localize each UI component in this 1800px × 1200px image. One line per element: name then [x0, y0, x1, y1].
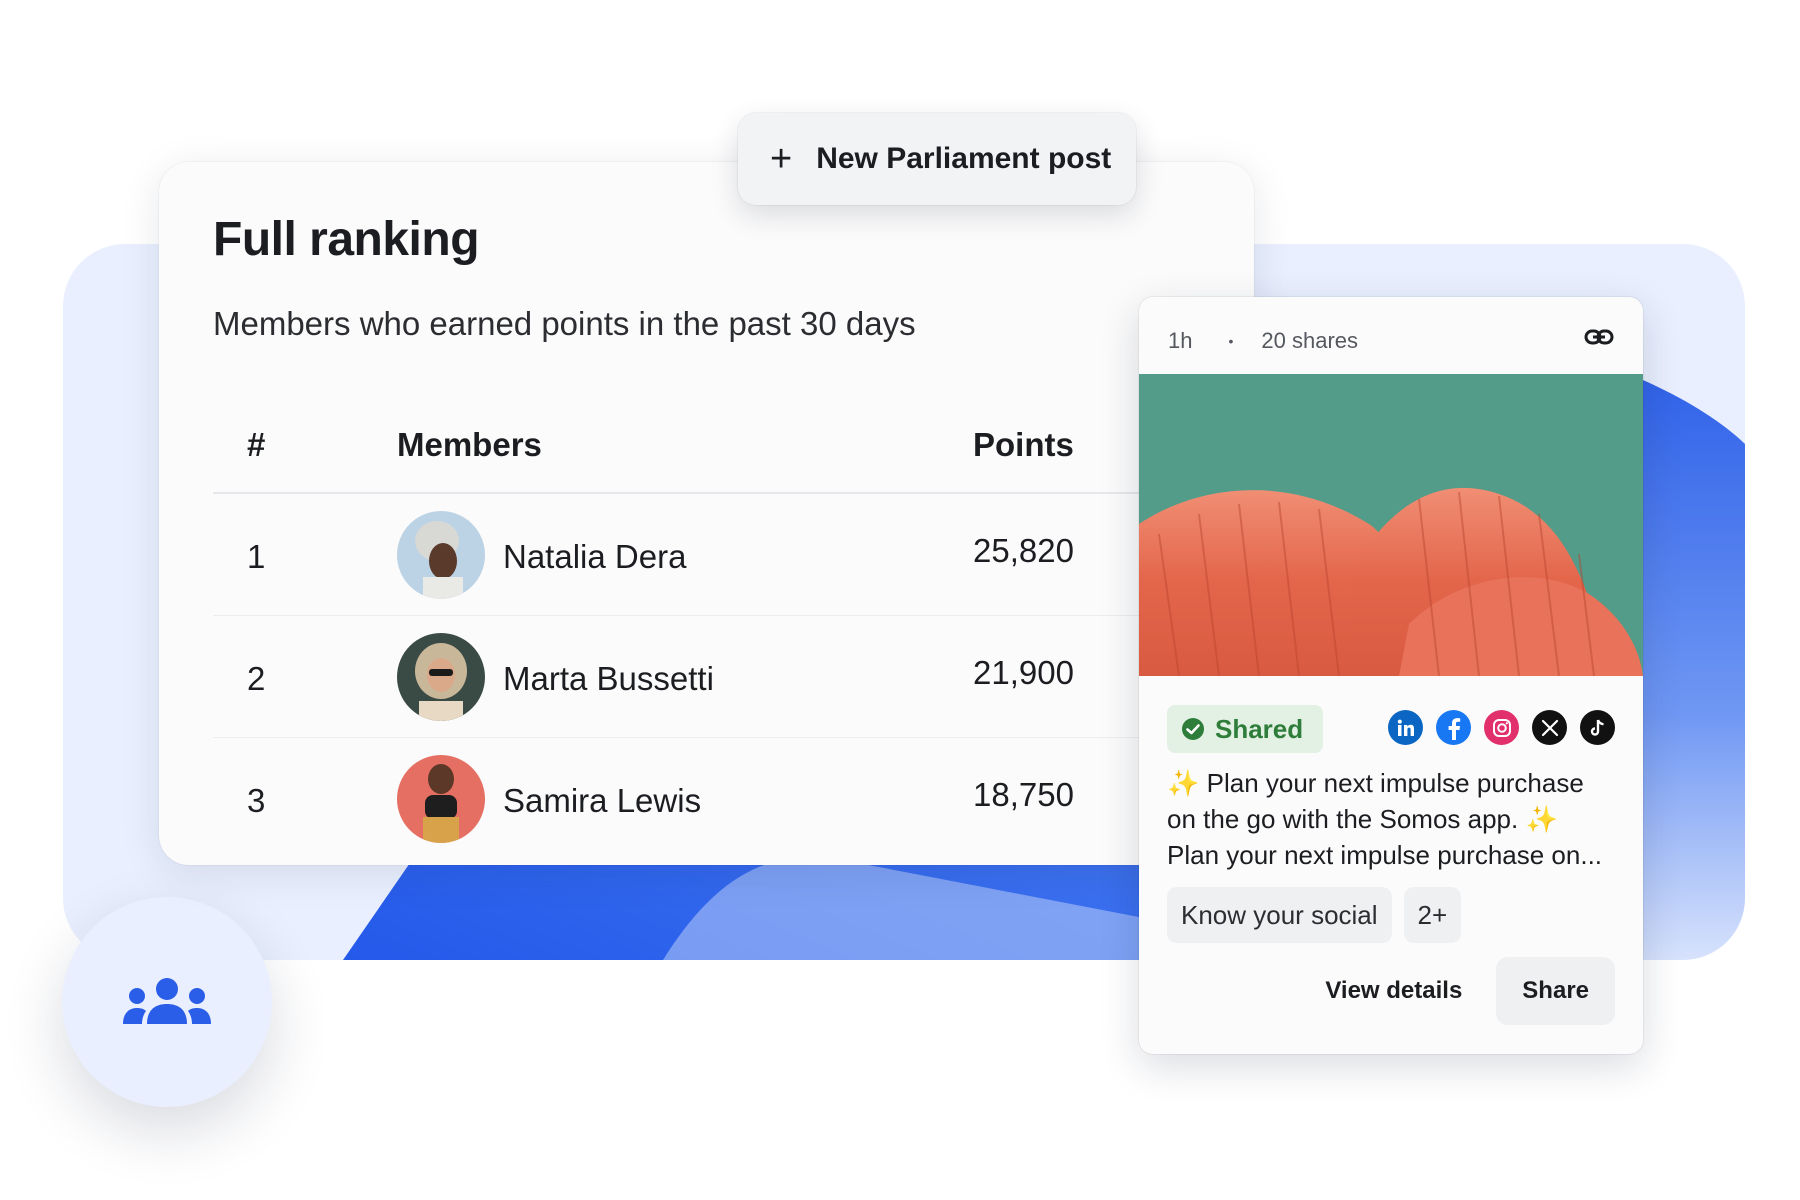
- social-networks: [1388, 710, 1615, 745]
- points-cell: 18,750: [973, 776, 1074, 813]
- linkedin-icon: [1388, 710, 1423, 745]
- group-badge: [62, 897, 272, 1107]
- member-name: Marta Bussetti: [503, 660, 714, 697]
- avatar: [397, 633, 485, 721]
- x-icon: [1532, 710, 1567, 745]
- group-icon: [123, 978, 211, 1024]
- rank-cell: 1: [247, 538, 266, 575]
- view-details-button[interactable]: View details: [1325, 977, 1462, 1005]
- shared-status-label: Shared: [1215, 713, 1304, 744]
- link-icon[interactable]: [1584, 327, 1614, 353]
- tiktok-icon: [1580, 710, 1615, 745]
- column-header-rank: #: [247, 426, 266, 463]
- table-header: # Members Points: [213, 382, 1213, 494]
- post-card: 1h • 20 shares Shared ✨ Plan your next i…: [1139, 297, 1643, 1054]
- shared-status-badge: Shared: [1167, 705, 1324, 753]
- member-name: Natalia Dera: [503, 538, 687, 575]
- column-header-points: Points: [973, 426, 1074, 463]
- instagram-icon: [1484, 710, 1519, 745]
- sparkles-icon: ✨: [1167, 768, 1200, 798]
- tag-know-your-social[interactable]: Know your social: [1167, 887, 1392, 943]
- meta-separator: •: [1228, 333, 1234, 349]
- table-row[interactable]: 1 Natalia Dera 25,820: [213, 494, 1213, 616]
- tag-more-count[interactable]: 2+: [1403, 887, 1462, 943]
- post-text-line-1: Plan your next impulse purchase on the g…: [1167, 768, 1584, 834]
- new-parliament-post-button[interactable]: + New Parliament post: [738, 113, 1136, 205]
- ranking-title: Full ranking: [213, 213, 480, 266]
- check-circle-icon: [1182, 718, 1204, 740]
- rank-cell: 3: [247, 782, 266, 819]
- rank-cell: 2: [247, 660, 266, 697]
- ranking-subtitle: Members who earned points in the past 30…: [213, 305, 916, 342]
- ranking-table: # Members Points 1 Natalia Dera 25,820 2: [213, 382, 1213, 860]
- avatar: [397, 511, 485, 599]
- table-row[interactable]: 3 Samira Lewis 18,750: [213, 738, 1213, 860]
- avatar: [397, 755, 485, 843]
- post-image: [1139, 374, 1643, 676]
- post-text-line-2: Plan your next impulse purchase on...: [1167, 840, 1603, 870]
- plus-icon: +: [770, 138, 793, 180]
- ranking-card: Full ranking Members who earned points i…: [159, 162, 1254, 865]
- post-shares: 20 shares: [1261, 328, 1359, 353]
- column-header-members: Members: [397, 426, 542, 463]
- post-text: ✨ Plan your next impulse purchase on the…: [1167, 765, 1617, 873]
- points-cell: 25,820: [973, 532, 1074, 569]
- post-actions: View details Share: [1325, 957, 1615, 1025]
- new-post-label: New Parliament post: [816, 142, 1112, 175]
- tag-row: Know your social 2+: [1167, 887, 1462, 943]
- facebook-icon: [1436, 710, 1471, 745]
- post-meta: 1h • 20 shares: [1168, 321, 1614, 361]
- share-button[interactable]: Share: [1496, 957, 1615, 1025]
- sparkles-icon: ✨: [1525, 804, 1558, 834]
- points-cell: 21,900: [973, 654, 1074, 691]
- table-row[interactable]: 2 Marta Bussetti 21,900: [213, 616, 1213, 738]
- member-name: Samira Lewis: [503, 782, 702, 819]
- post-time: 1h: [1168, 328, 1193, 353]
